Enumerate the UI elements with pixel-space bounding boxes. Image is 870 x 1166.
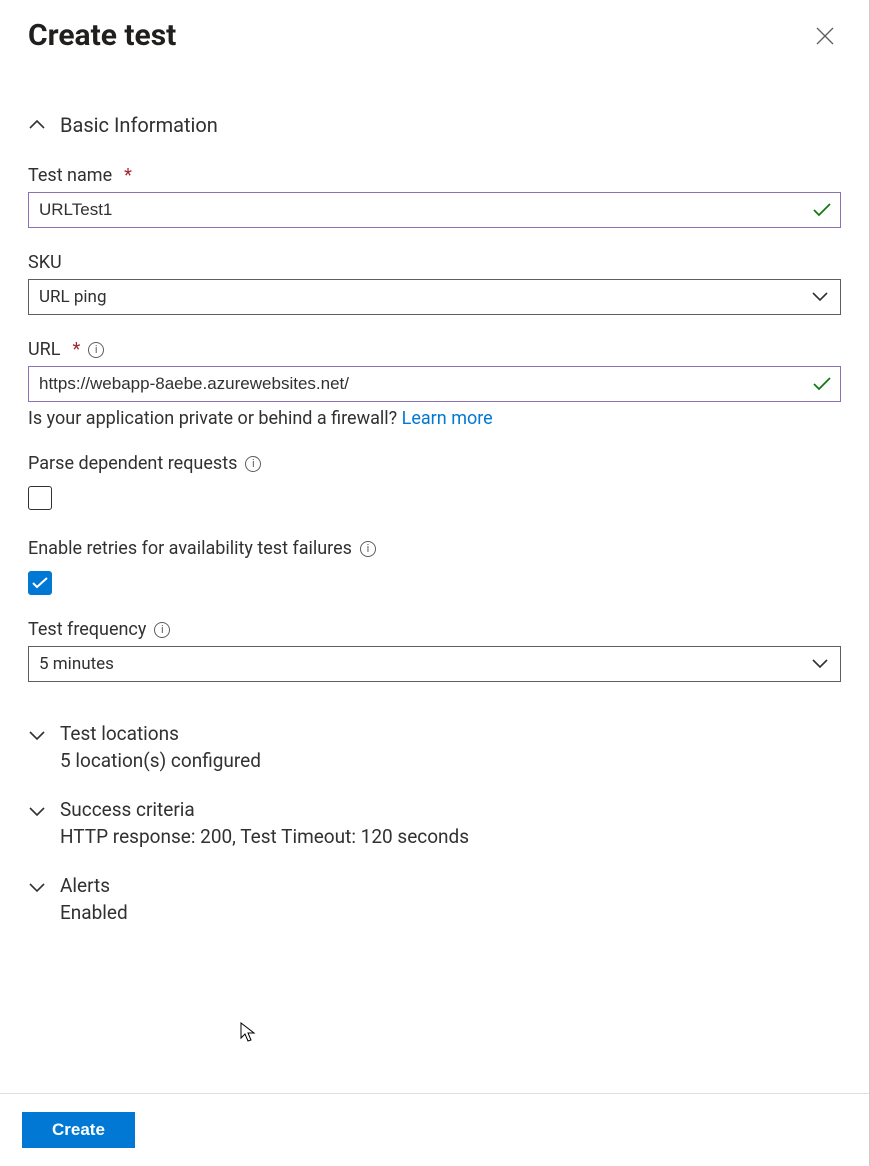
required-indicator: * (72, 339, 80, 360)
section-summary-locations: 5 location(s) configured (60, 749, 261, 772)
panel-title: Create test (28, 18, 176, 53)
check-icon (813, 377, 831, 391)
label-test-frequency: Test frequency i (28, 619, 841, 640)
panel-content: Basic Information Test name* SKU URL pin… (0, 63, 869, 944)
section-toggle-locations[interactable]: Test locations 5 location(s) configured (28, 722, 841, 772)
parse-requests-checkbox[interactable] (28, 486, 52, 510)
enable-retries-checkbox[interactable] (28, 571, 52, 595)
check-icon (813, 203, 831, 217)
url-help-text: Is your application private or behind a … (28, 408, 841, 429)
chevron-down-icon (812, 292, 828, 302)
section-title-success: Success criteria (60, 798, 469, 821)
field-test-frequency: Test frequency i 5 minutes (28, 619, 841, 682)
label-parse-requests: Parse dependent requests i (28, 453, 841, 474)
panel-header: Create test (0, 0, 869, 63)
label-sku: SKU (28, 252, 841, 273)
section-toggle-alerts[interactable]: Alerts Enabled (28, 874, 841, 924)
field-enable-retries: Enable retries for availability test fai… (28, 538, 841, 595)
chevron-down-icon (28, 879, 46, 897)
close-icon (816, 27, 834, 45)
field-sku: SKU URL ping (28, 252, 841, 315)
learn-more-link[interactable]: Learn more (402, 408, 493, 429)
sku-select[interactable]: URL ping (28, 279, 841, 315)
chevron-down-icon (28, 727, 46, 745)
section-toggle-basic[interactable]: Basic Information (28, 113, 841, 137)
chevron-up-icon (28, 116, 46, 134)
section-summary-alerts: Enabled (60, 901, 128, 924)
check-icon (32, 577, 48, 589)
label-test-name: Test name* (28, 165, 841, 186)
url-input[interactable] (28, 366, 841, 402)
chevron-down-icon (28, 803, 46, 821)
test-frequency-select[interactable]: 5 minutes (28, 646, 841, 682)
section-toggle-success[interactable]: Success criteria HTTP response: 200, Tes… (28, 798, 841, 848)
sku-value: URL ping (39, 287, 107, 307)
cursor-icon (240, 1022, 258, 1044)
section-title-alerts: Alerts (60, 874, 128, 897)
section-title-basic: Basic Information (60, 113, 218, 137)
field-parse-requests: Parse dependent requests i (28, 453, 841, 514)
test-frequency-value: 5 minutes (39, 654, 114, 674)
panel-footer: Create (0, 1093, 869, 1166)
chevron-down-icon (812, 659, 828, 669)
label-enable-retries: Enable retries for availability test fai… (28, 538, 841, 559)
close-button[interactable] (809, 20, 841, 52)
info-icon[interactable]: i (245, 456, 261, 472)
test-name-input[interactable] (28, 192, 841, 228)
info-icon[interactable]: i (360, 541, 376, 557)
field-test-name: Test name* (28, 165, 841, 228)
info-icon[interactable]: i (154, 622, 170, 638)
section-title-locations: Test locations (60, 722, 261, 745)
create-button[interactable]: Create (22, 1112, 135, 1148)
required-indicator: * (124, 165, 132, 186)
info-icon[interactable]: i (88, 342, 104, 358)
field-url: URL* i Is your application private or be… (28, 339, 841, 429)
section-summary-success: HTTP response: 200, Test Timeout: 120 se… (60, 825, 469, 848)
label-url: URL* i (28, 339, 841, 360)
